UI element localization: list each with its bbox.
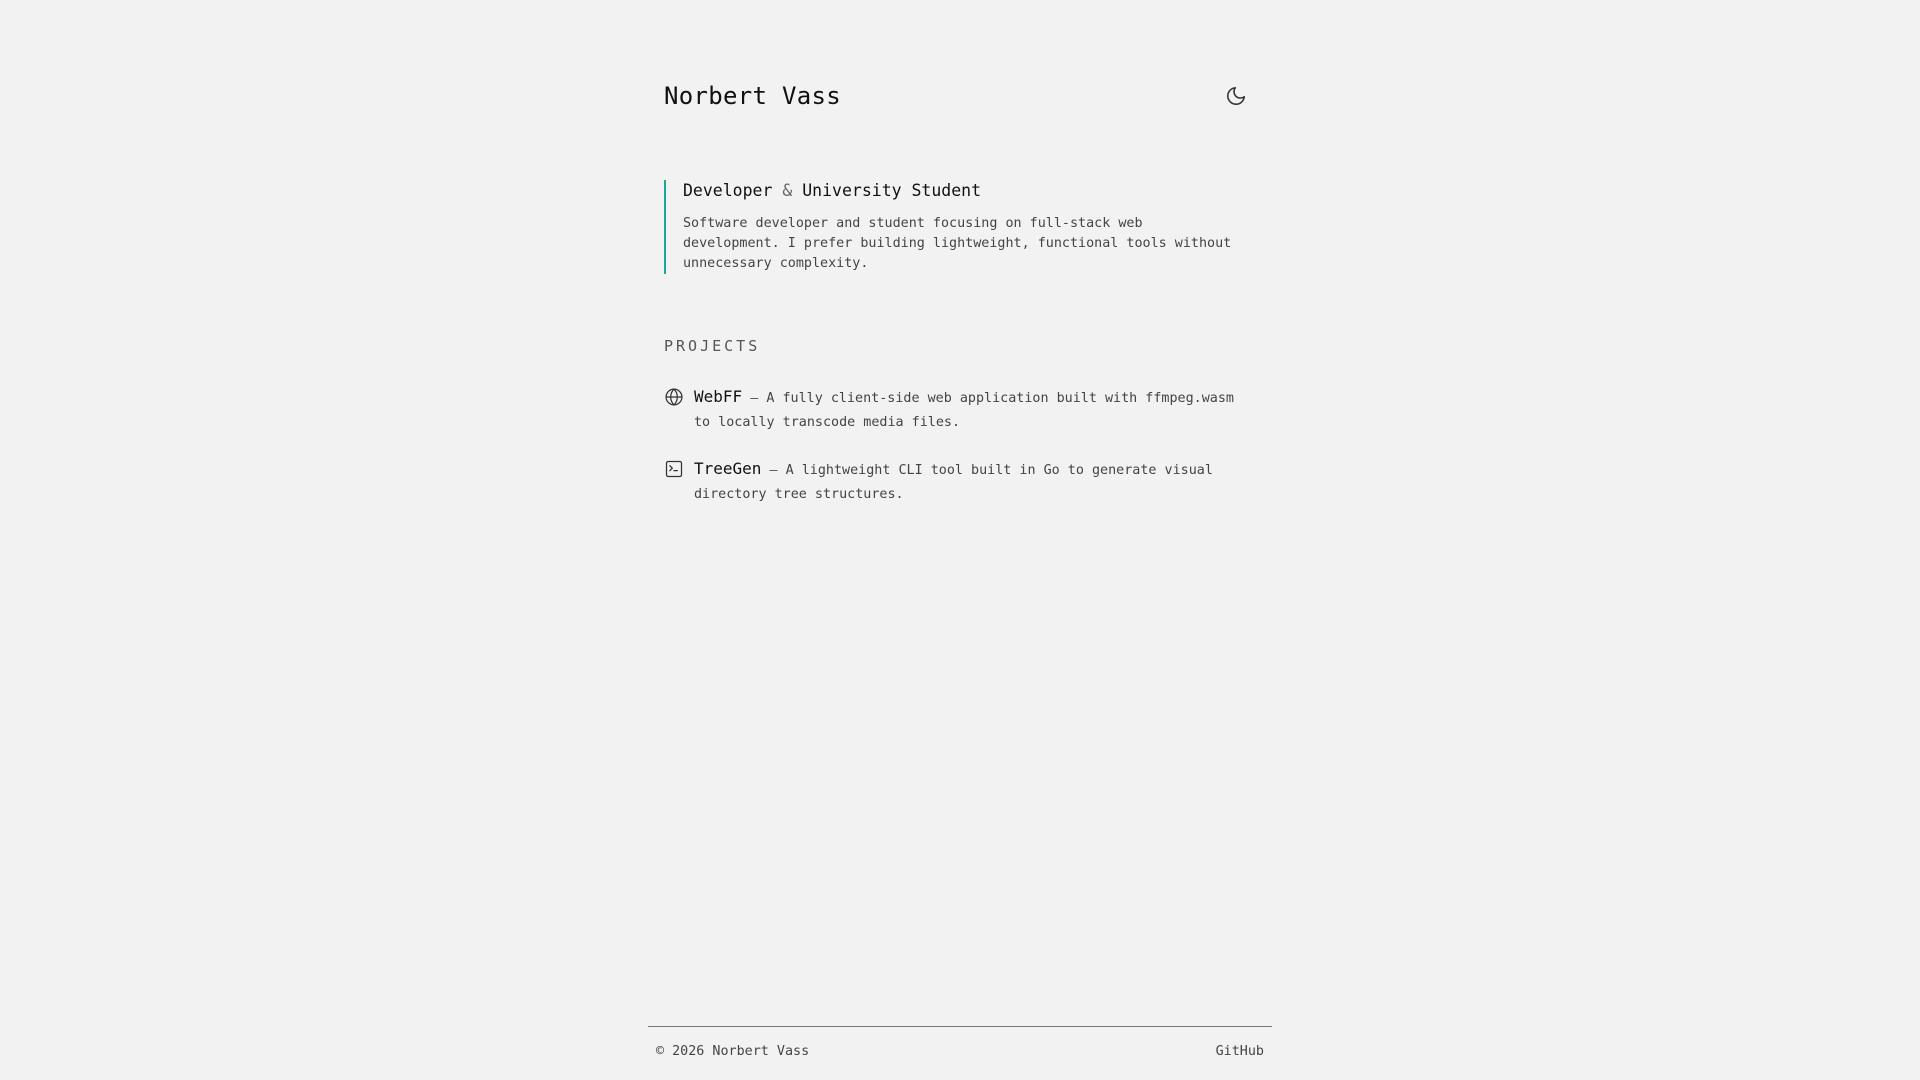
intro-heading-ampersand: &: [782, 181, 793, 200]
intro-heading-role-2: University Student: [802, 181, 982, 200]
project-body: WebFF — A fully client-side web applicat…: [694, 385, 1246, 435]
theme-toggle-button[interactable]: [1220, 80, 1252, 112]
moon-icon: [1227, 86, 1246, 105]
page: Norbert Vass Developer & University Stud…: [0, 0, 1920, 1080]
intro-section: Developer & University Student Software …: [664, 180, 1234, 274]
project-body: TreeGen — A lightweight CLI tool built i…: [694, 457, 1246, 507]
intro-text: Software developer and student focusing …: [683, 216, 1232, 271]
globe-icon: [665, 388, 683, 406]
project-separator: —: [769, 463, 778, 478]
project-link-treegen[interactable]: TreeGen: [694, 459, 761, 478]
site-title[interactable]: Norbert Vass: [664, 82, 841, 110]
project-item-treegen: TreeGen — A lightweight CLI tool built i…: [664, 457, 1252, 507]
site-footer: © 2026 Norbert Vass GitHub: [648, 1026, 1272, 1059]
project-separator: —: [750, 391, 759, 406]
project-item-webff: WebFF — A fully client-side web applicat…: [664, 385, 1252, 435]
intro-heading-role-1: Developer: [683, 181, 773, 200]
terminal-icon: [665, 460, 683, 478]
copyright-text: © 2026 Norbert Vass: [656, 1044, 810, 1059]
github-link[interactable]: GitHub: [1216, 1044, 1264, 1059]
project-link-webff[interactable]: WebFF: [694, 387, 742, 406]
project-description: A fully client-side web application buil…: [694, 391, 1234, 430]
site-header: Norbert Vass: [664, 80, 1252, 116]
projects-heading: PROJECTS: [664, 337, 761, 355]
intro-heading: Developer & University Student: [683, 180, 1234, 202]
